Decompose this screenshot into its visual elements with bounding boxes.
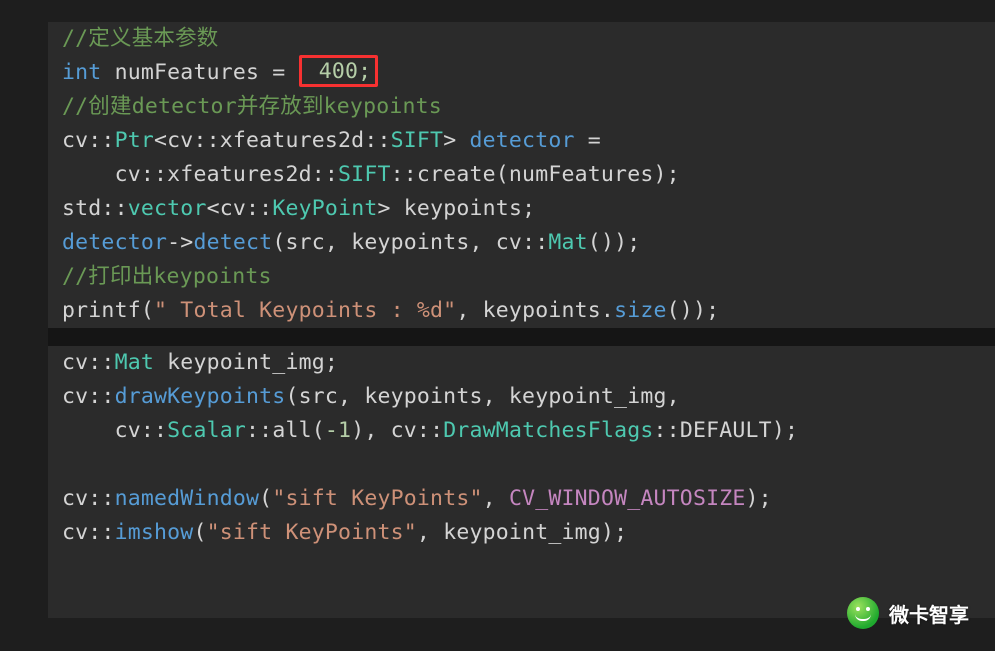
code-line: cv::Ptr<cv::xfeatures2d::SIFT> detector … xyxy=(48,124,995,158)
code-text: cv:: xyxy=(62,384,115,409)
code-line: int numFeatures = 400; xyxy=(48,56,995,90)
code-text: cv:: xyxy=(62,486,115,511)
code-line: //定义基本参数 xyxy=(48,22,995,56)
code-line: std::vector<cv::KeyPoint> keypoints; xyxy=(48,192,995,226)
func-drawKeypoints: drawKeypoints xyxy=(115,384,286,409)
code-text: printf( xyxy=(62,298,154,323)
code-text: ()); xyxy=(667,298,720,323)
code-text: ::all( xyxy=(246,418,325,443)
block-separator xyxy=(48,328,995,346)
code-line: cv::drawKeypoints(src, keypoints, keypoi… xyxy=(48,380,995,414)
code-block-top: //定义基本参数 int numFeatures = 400; //创建dete… xyxy=(48,22,995,328)
code-text: > keypoints; xyxy=(378,196,536,221)
comment: //创建detector并存放到keypoints xyxy=(62,94,442,119)
code-text: ::create(numFeatures); xyxy=(391,162,680,187)
code-line: //创建detector并存放到keypoints xyxy=(48,90,995,124)
code-text: ( xyxy=(259,486,272,511)
code-line: cv::xfeatures2d::SIFT::create(numFeature… xyxy=(48,158,995,192)
code-text: , keypoints. xyxy=(456,298,614,323)
type-SIFT: SIFT xyxy=(391,128,444,153)
type-DrawMatchesFlags: DrawMatchesFlags xyxy=(443,418,653,443)
code-text: ); xyxy=(746,486,772,511)
code-text: cv:: xyxy=(115,418,168,443)
code-text: (src, keypoints, cv:: xyxy=(272,230,548,255)
code-line: //打印出keypoints xyxy=(48,260,995,294)
code-line: cv::namedWindow("sift KeyPoints", CV_WIN… xyxy=(48,482,995,516)
type-vector: vector xyxy=(128,196,207,221)
code-text: keypoint_img; xyxy=(154,350,338,375)
string-literal: "sift KeyPoints" xyxy=(207,520,417,545)
indent xyxy=(62,418,115,443)
code-line: detector->detect(src, keypoints, cv::Mat… xyxy=(48,226,995,260)
code-text: , xyxy=(483,486,509,511)
code-text: ::DEFAULT); xyxy=(654,418,799,443)
numFeatures-literal-highlight: 400; xyxy=(299,55,379,87)
string-literal: "sift KeyPoints" xyxy=(272,486,482,511)
comment: //打印出keypoints xyxy=(62,264,272,289)
code-line-blank xyxy=(48,448,995,482)
type-SIFT: SIFT xyxy=(338,162,391,187)
indent xyxy=(62,162,115,187)
method-size: size xyxy=(614,298,667,323)
ident-detector: detector xyxy=(62,230,167,255)
code-line: cv::imshow("sift KeyPoints", keypoint_im… xyxy=(48,516,995,550)
watermark: 微卡智享 xyxy=(847,597,969,629)
macro-CV_WINDOW_AUTOSIZE: CV_WINDOW_AUTOSIZE xyxy=(509,486,746,511)
code-text: ( xyxy=(193,520,206,545)
code-line: printf(" Total Keypoints : %d", keypoint… xyxy=(48,294,995,328)
code-line-blank xyxy=(48,550,995,584)
code-editor: //定义基本参数 int numFeatures = 400; //创建dete… xyxy=(0,0,995,651)
code-line: cv::Mat keypoint_img; xyxy=(48,346,995,380)
number-literal: -1 xyxy=(325,418,351,443)
code-line: cv::Scalar::all(-1), cv::DrawMatchesFlag… xyxy=(48,414,995,448)
func-imshow: imshow xyxy=(115,520,194,545)
ident-detector: detector xyxy=(469,128,574,153)
string-literal: " Total Keypoints : %d" xyxy=(154,298,456,323)
comment: //定义基本参数 xyxy=(62,26,219,51)
code-text: cv:: xyxy=(62,520,115,545)
keyword-int: int xyxy=(62,60,101,85)
code-text: numFeatures = xyxy=(101,60,298,85)
code-text: cv::xfeatures2d:: xyxy=(115,162,338,187)
code-text: (src, keypoints, keypoint_img, xyxy=(285,384,679,409)
code-text: ()); xyxy=(588,230,641,255)
code-text: , keypoint_img); xyxy=(417,520,627,545)
number-literal: 400; xyxy=(306,59,372,84)
code-text: cv:: xyxy=(62,350,115,375)
type-Mat: Mat xyxy=(115,350,154,375)
code-text: > xyxy=(443,128,469,153)
code-text: -> xyxy=(167,230,193,255)
method-detect: detect xyxy=(193,230,272,255)
type-Mat: Mat xyxy=(548,230,587,255)
code-text: <cv::xfeatures2d:: xyxy=(154,128,391,153)
func-namedWindow: namedWindow xyxy=(115,486,260,511)
type-KeyPoint: KeyPoint xyxy=(272,196,377,221)
code-text: <cv:: xyxy=(207,196,273,221)
type-Ptr: Ptr xyxy=(115,128,154,153)
code-text: ), cv:: xyxy=(351,418,443,443)
code-text: std:: xyxy=(62,196,128,221)
code-block-bottom: cv::Mat keypoint_img; cv::drawKeypoints(… xyxy=(48,346,995,618)
wechat-logo-icon xyxy=(847,597,879,629)
code-text: = xyxy=(575,128,601,153)
type-Scalar: Scalar xyxy=(167,418,246,443)
code-text: cv:: xyxy=(62,128,115,153)
watermark-text: 微卡智享 xyxy=(889,599,969,628)
